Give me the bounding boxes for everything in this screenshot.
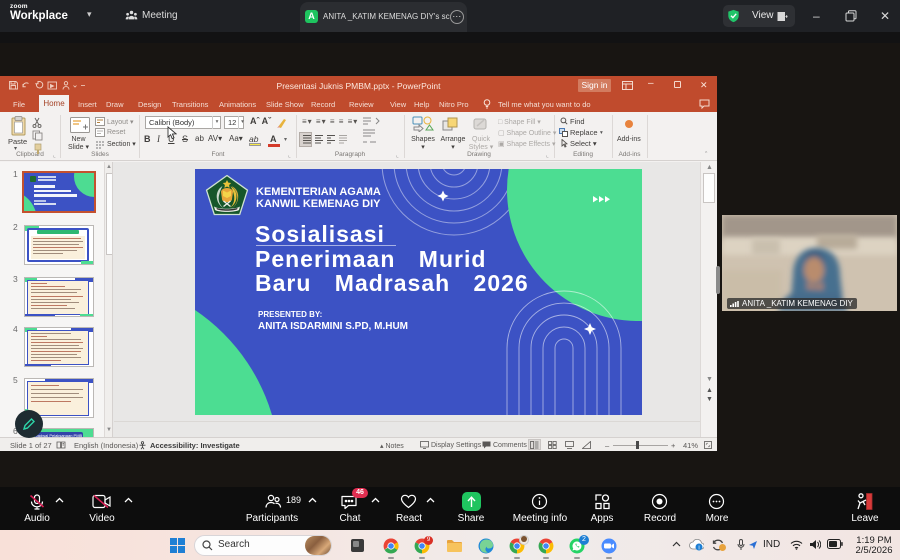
- svg-text:i: i: [698, 545, 699, 551]
